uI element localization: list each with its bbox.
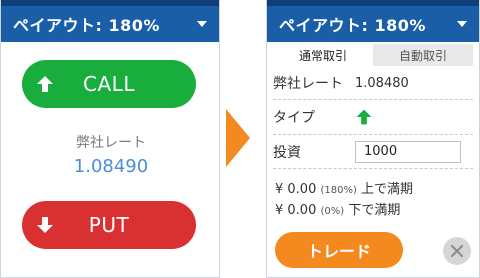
payout-up-percent: (180%) xyxy=(320,185,357,196)
rate-block: 弊社レート 1.08490 xyxy=(1,132,221,177)
invest-label: 投資 xyxy=(273,144,301,161)
payout-dropdown[interactable]: ペイアウト: 180% xyxy=(267,0,479,42)
trade-button[interactable]: トレード xyxy=(275,232,403,268)
trade-mode-tabs: 通常取引 自動取引 xyxy=(273,44,473,66)
arrow-up-icon xyxy=(37,76,53,92)
rate-value: 1.08490 xyxy=(73,156,149,177)
call-button[interactable]: CALL xyxy=(22,60,196,108)
call-label: CALL xyxy=(83,72,135,96)
arrow-up-icon xyxy=(356,109,372,124)
payout-down-amount: ¥ 0.00 xyxy=(275,203,317,218)
payout-down-text: 下で満期 xyxy=(348,203,401,218)
rate-label: 弊社レート xyxy=(273,76,343,92)
rate-value: 1.08480 xyxy=(355,75,409,91)
stage: ペイアウト: 180% CALL 弊社レート 1.08490 PUT ペイアウト… xyxy=(0,0,480,278)
type-row: タイプ xyxy=(273,99,473,133)
close-icon xyxy=(451,245,463,257)
invest-amount-input[interactable]: 1000 xyxy=(355,140,461,163)
left-panel: ペイアウト: 180% CALL 弊社レート 1.08490 PUT xyxy=(0,0,220,278)
divider xyxy=(273,168,473,169)
type-label: タイプ xyxy=(273,109,315,126)
payout-down-line: ¥ 0.00 (0%) 下で満期 xyxy=(275,199,400,218)
payout-title: ペイアウト: 180% xyxy=(13,16,160,35)
arrow-down-icon xyxy=(37,217,53,233)
payout-down-percent: (0%) xyxy=(320,206,345,217)
tab-normal-trade[interactable]: 通常取引 xyxy=(273,44,373,66)
payout-up-amount: ¥ 0.00 xyxy=(275,182,317,197)
tab-auto-trade[interactable]: 自動取引 xyxy=(373,44,473,66)
payout-title: ペイアウト: 180% xyxy=(279,16,426,35)
put-button[interactable]: PUT xyxy=(22,201,196,249)
rate-row: 弊社レート 1.08480 xyxy=(273,66,473,100)
chevron-right-icon xyxy=(226,109,250,167)
put-label: PUT xyxy=(88,213,130,237)
payout-dropdown[interactable]: ペイアウト: 180% xyxy=(1,0,219,42)
rate-label: 弊社レート xyxy=(76,135,146,151)
payout-up-text: 上で満期 xyxy=(361,182,414,197)
right-panel: ペイアウト: 180% 通常取引 自動取引 弊社レート 1.08480 タイプ … xyxy=(266,0,480,278)
close-button[interactable] xyxy=(443,237,471,265)
invest-row: 投資 1000 xyxy=(273,134,473,168)
caret-down-icon xyxy=(457,21,467,27)
caret-down-icon xyxy=(197,21,207,27)
payout-up-line: ¥ 0.00 (180%) 上で満期 xyxy=(275,178,413,197)
